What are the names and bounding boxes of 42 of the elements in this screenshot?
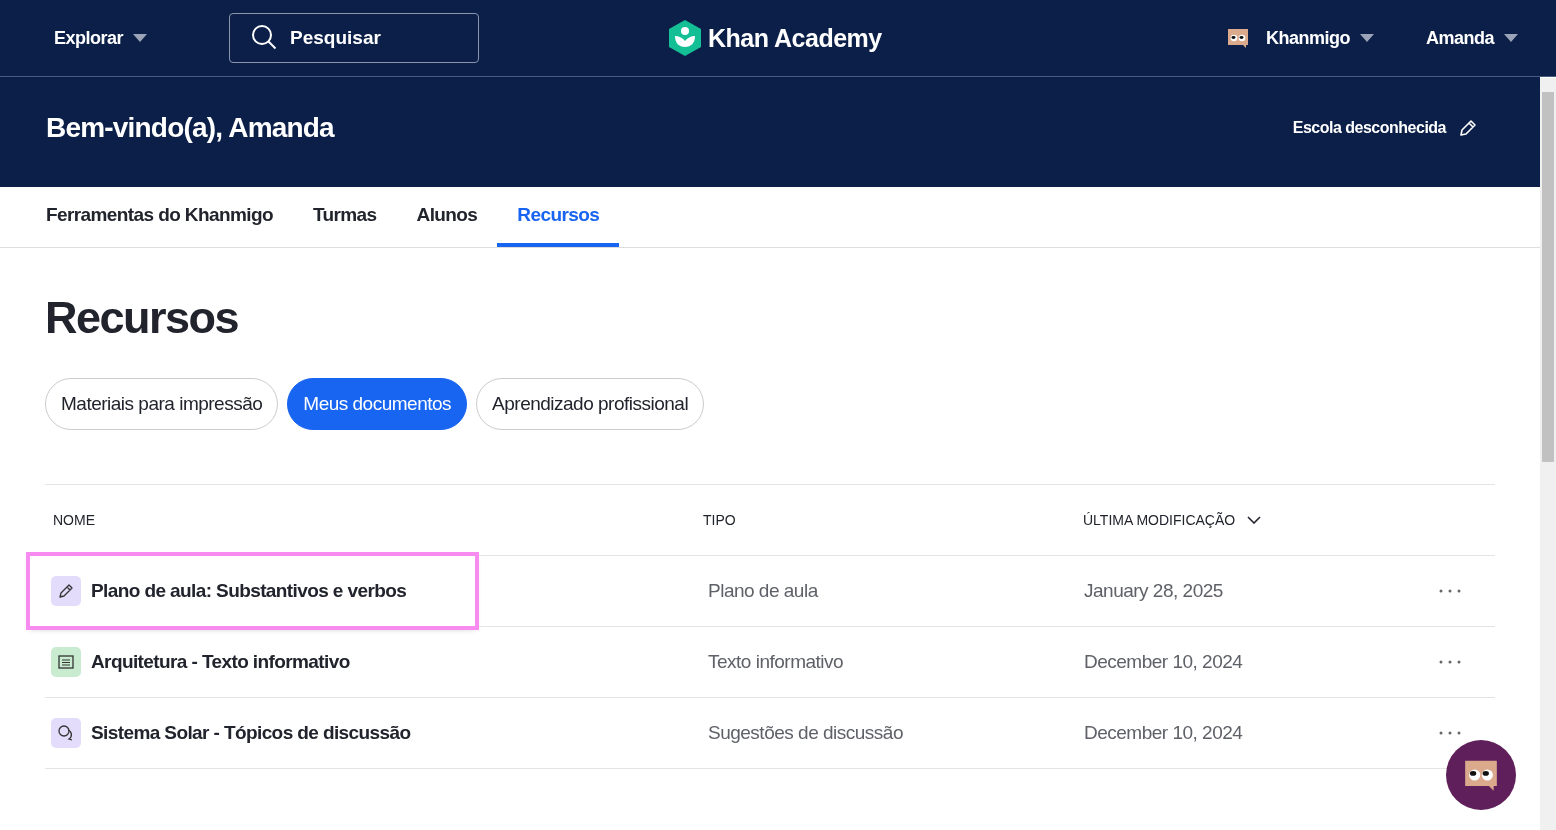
caret-icon: [133, 34, 148, 42]
school-edit-button[interactable]: Escola desconhecida: [1292, 118, 1478, 138]
search-icon: [251, 24, 278, 50]
column-header: TIPO: [702, 512, 737, 528]
welcome-title: Bem-vindo(a), Amanda: [46, 112, 334, 144]
tab[interactable]: Ferramentas do Khanmigo: [26, 187, 293, 247]
chevron-down-icon: [1247, 516, 1262, 524]
document-icon: [51, 647, 81, 677]
more-icon: [1439, 589, 1461, 593]
more-icon: [1439, 660, 1461, 664]
filter-pill[interactable]: Aprendizado profissional: [476, 378, 705, 430]
document-link[interactable]: Plano de aula: Substantivos e verbos: [91, 580, 407, 602]
modified-date: December 10, 2024: [1083, 651, 1244, 673]
chat-bubbles-icon: [51, 718, 81, 748]
khanmigo-menu-button[interactable]: Khanmigo: [1226, 26, 1374, 50]
document-type: Sugestões de discussão: [707, 722, 904, 744]
filter-pill[interactable]: Materiais para impressão: [45, 378, 279, 430]
sort-column-header[interactable]: ÚLTIMA MODIFICAÇÃO: [1083, 512, 1262, 528]
caret-icon: [1504, 34, 1518, 42]
user-menu-button[interactable]: Amanda: [1426, 27, 1518, 49]
document-type: Plano de aula: [707, 580, 820, 602]
tab[interactable]: Recursos: [497, 187, 620, 247]
tab[interactable]: Alunos: [396, 187, 498, 247]
document-type: Texto informativo: [707, 651, 845, 673]
modified-date: December 10, 2024: [1083, 722, 1244, 744]
page-title: Recursos: [45, 292, 240, 344]
logo-icon: [668, 20, 702, 56]
khanmigo-face-icon: [1226, 26, 1250, 50]
pencil-icon: [1458, 118, 1478, 138]
tab[interactable]: Turmas: [292, 187, 397, 247]
caret-icon: [1360, 34, 1374, 42]
logo-text: Khan Academy: [708, 23, 882, 53]
filter-pill[interactable]: Meus documentos: [287, 378, 468, 430]
column-header: NOME: [52, 512, 96, 528]
search-field[interactable]: Pesquisar: [229, 13, 480, 63]
explore-menu-button[interactable]: Explorar: [54, 27, 148, 49]
document-link[interactable]: Arquitetura - Texto informativo: [91, 651, 350, 673]
modified-date: January 28, 2025: [1083, 580, 1224, 602]
document-link[interactable]: Sistema Solar - Tópicos de discussão: [91, 722, 411, 744]
scrollbar[interactable]: [1540, 78, 1556, 830]
more-icon: [1439, 731, 1461, 735]
pencil-icon: [51, 576, 81, 606]
